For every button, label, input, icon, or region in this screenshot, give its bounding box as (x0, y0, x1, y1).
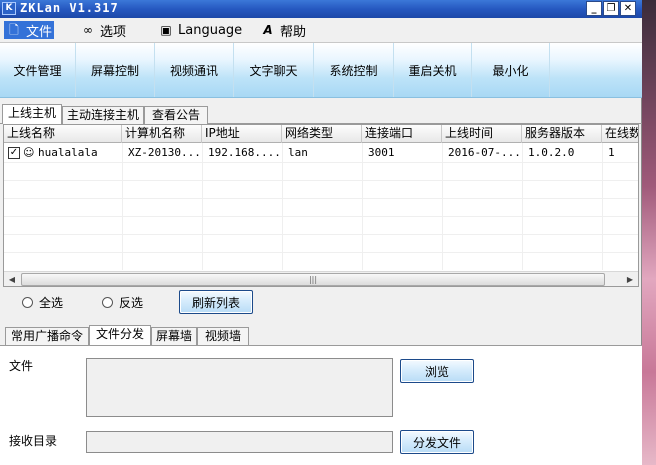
file-label: 文件 (9, 359, 34, 373)
toolbar-restart-shutdown[interactable]: 重启关机 (394, 43, 472, 97)
tab-online-hosts[interactable]: 上线主机 (2, 104, 62, 124)
col-online-name[interactable]: 上线名称 (4, 125, 122, 143)
tab-file-distribution[interactable]: 文件分发 (89, 325, 151, 345)
col-version[interactable]: 服务器版本 (522, 125, 602, 143)
grid-line (4, 198, 638, 199)
menu-options-label: 选项 (100, 24, 127, 40)
scroll-thumb[interactable]: ||| (21, 273, 605, 286)
col-port[interactable]: 连接端口 (362, 125, 442, 143)
menu-help-label: 帮助 (280, 24, 307, 40)
file-icon: 🗋 (9, 23, 19, 37)
file-list-textarea[interactable] (86, 358, 393, 417)
tab-broadcast-commands[interactable]: 常用广播命令 (5, 327, 89, 345)
browse-button[interactable]: 浏览 (400, 359, 474, 383)
tab-announcements[interactable]: 查看公告 (144, 106, 208, 124)
grid-line (4, 180, 638, 181)
menu-file[interactable]: 🗋 文件 (4, 21, 55, 40)
distribute-file-button[interactable]: 分发文件 (400, 430, 474, 454)
cell-online-name: hualalala (38, 146, 98, 159)
receive-dir-input[interactable] (86, 431, 393, 453)
cell-port: 3001 (368, 146, 395, 159)
radio-select-all-label: 全选 (39, 296, 64, 310)
cell-ip: 192.168.... (208, 146, 281, 159)
toolbar-minimize[interactable]: 最小化 (472, 43, 550, 97)
glasses-icon: ∞ (83, 23, 93, 37)
toolbar-text-chat[interactable]: 文字聊天 (234, 43, 314, 97)
close-button[interactable]: ✕ (620, 1, 636, 16)
grid-line (4, 234, 638, 235)
col-net-type[interactable]: 网络类型 (282, 125, 362, 143)
help-icon: A (263, 23, 273, 37)
tab-video-wall[interactable]: 视频墙 (197, 327, 249, 345)
radio-circle-icon (102, 297, 113, 308)
app-icon: K (2, 2, 16, 15)
grid-line (4, 162, 638, 163)
toolbar-file-manager[interactable]: 文件管理 (0, 43, 76, 97)
tab-active-connect[interactable]: 主动连接主机 (62, 106, 144, 124)
cell-computer-name: XZ-20130... (128, 146, 201, 159)
host-table[interactable]: 上线名称 计算机名称 IP地址 网络类型 连接端口 上线时间 服务器版本 在线数… (3, 124, 639, 287)
cell-net-type: lan (288, 146, 308, 159)
scroll-left-icon[interactable]: ◀ (4, 272, 20, 286)
col-ip[interactable]: IP地址 (202, 125, 282, 143)
main-window: K ZKLan V1.317 _ ❐ ✕ 🗋 文件 ∞ 选项 ▣ Languag… (0, 0, 642, 465)
receive-dir-label: 接收目录 (9, 434, 58, 448)
toolbar-screen-control[interactable]: 屏幕控制 (76, 43, 155, 97)
minimize-button[interactable]: _ (586, 1, 602, 16)
menu-language-label: Language (178, 22, 243, 38)
col-online-time[interactable]: 上线时间 (442, 125, 522, 143)
toolbar-video-call[interactable]: 视频通讯 (155, 43, 234, 97)
language-icon: ▣ (160, 23, 172, 37)
cell-online-count: 1 (608, 146, 615, 159)
menu-file-label: 文件 (26, 24, 53, 40)
tab-screen-wall[interactable]: 屏幕墙 (151, 327, 197, 345)
radio-select-all[interactable]: 全选 (22, 294, 63, 311)
user-icon: ☺ (23, 146, 35, 159)
menu-language[interactable]: ▣ Language (156, 21, 244, 39)
window-title: ZKLan V1.317 (20, 1, 119, 15)
col-computer-name[interactable]: 计算机名称 (122, 125, 202, 143)
menu-help[interactable]: A 帮助 (258, 21, 308, 40)
desktop-background (642, 0, 656, 465)
toolbar-system-control[interactable]: 系统控制 (314, 43, 394, 97)
row-checkbox[interactable]: ✓ (8, 147, 20, 159)
grid-line (4, 252, 638, 253)
cell-online-time: 2016-07-... (448, 146, 521, 159)
refresh-list-button[interactable]: 刷新列表 (179, 290, 253, 314)
horizontal-scrollbar[interactable]: ◀ ||| ▶ (4, 271, 638, 286)
grid-line (4, 216, 638, 217)
col-online-count[interactable]: 在线数 (602, 125, 638, 143)
radio-invert-label: 反选 (119, 296, 144, 310)
menu-options[interactable]: ∞ 选项 (78, 21, 128, 40)
radio-invert[interactable]: 反选 (102, 294, 143, 311)
cell-version: 1.0.2.0 (528, 146, 575, 159)
radio-circle-icon (22, 297, 33, 308)
scroll-right-icon[interactable]: ▶ (622, 272, 638, 286)
restore-button[interactable]: ❐ (603, 1, 619, 16)
